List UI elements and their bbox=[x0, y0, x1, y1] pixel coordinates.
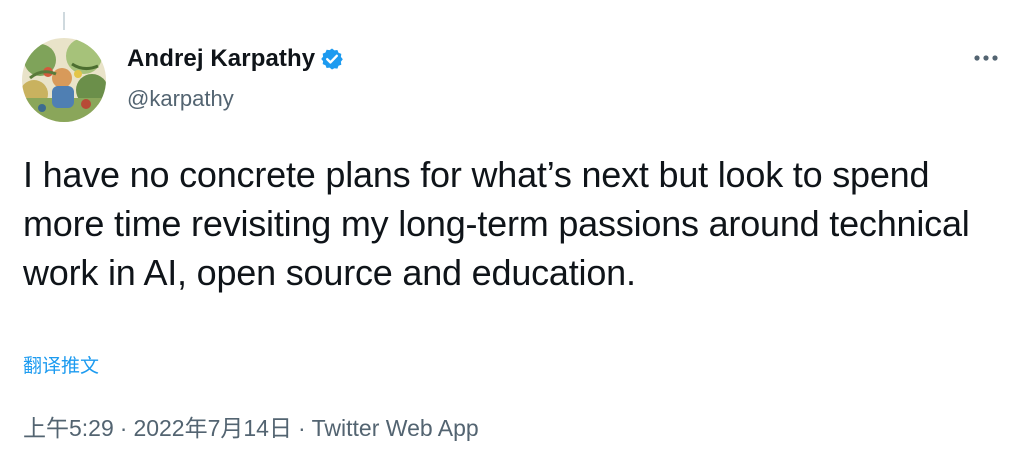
meta-separator: · bbox=[297, 415, 306, 441]
tweet-text: I have no concrete plans for what’s next… bbox=[23, 154, 970, 293]
tweet-metadata: 上午5:29 · 2022年7月14日 · Twitter Web App bbox=[23, 409, 479, 443]
more-options-icon bbox=[974, 55, 998, 61]
author-handle[interactable]: @karpathy bbox=[127, 86, 344, 112]
author-name-row: Andrej Karpathy bbox=[127, 44, 344, 74]
tweet-author: Andrej Karpathy @karpathy bbox=[127, 44, 344, 112]
avatar-illustration-icon bbox=[22, 38, 106, 122]
tweet-date[interactable]: 2022年7月14日 bbox=[133, 415, 292, 441]
tweet-time[interactable]: 上午5:29 bbox=[23, 415, 114, 441]
meta-separator: · bbox=[119, 415, 128, 441]
verified-badge-icon[interactable] bbox=[320, 47, 344, 71]
tweet-source[interactable]: Twitter Web App bbox=[312, 415, 479, 441]
thread-connector-line bbox=[63, 12, 65, 30]
translate-tweet-link[interactable]: 翻译推文 bbox=[23, 351, 99, 378]
avatar[interactable] bbox=[22, 38, 106, 122]
more-options-button[interactable] bbox=[970, 46, 1002, 70]
author-display-name[interactable]: Andrej Karpathy bbox=[127, 45, 315, 73]
